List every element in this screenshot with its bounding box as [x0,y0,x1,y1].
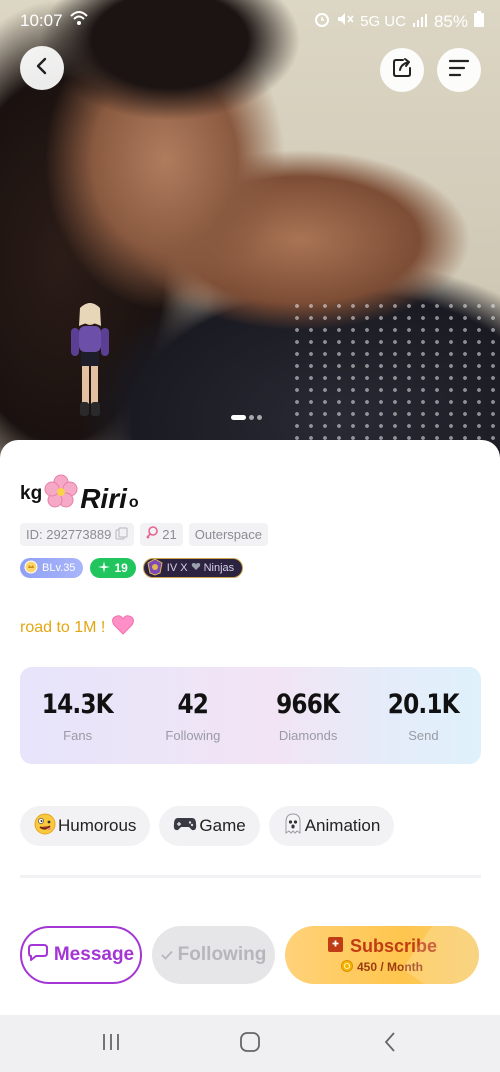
stat-send[interactable]: 20.1K Send [366,667,481,764]
pager-dot [249,415,254,420]
bio-text: road to 1M ! [20,618,106,636]
tag-label: Game [199,816,246,835]
ghost-emoji-icon [283,812,303,840]
stat-value: 42 [177,688,209,720]
level-badge-label: BLv.35 [42,562,76,574]
stat-label: Following [165,727,221,743]
avatar-3d-figure[interactable] [68,302,112,420]
action-buttons: Message Following Subscribe 450 / Month [20,926,479,984]
following-button[interactable]: Following [152,926,275,984]
tag-animation[interactable]: Animation [268,806,395,846]
location-chip: Outerspace [188,523,268,546]
fan-count-value: 21 [162,527,177,542]
share-icon [390,56,414,85]
profile-name: kg Riri o [20,474,139,515]
copy-icon[interactable] [115,527,128,543]
name-prefix: kg [20,483,43,504]
recent-apps-button[interactable] [96,1029,126,1059]
family-badge[interactable]: IV X Ninjas [142,557,244,579]
home-button[interactable] [235,1029,265,1059]
wifi-icon [70,10,88,31]
battery-icon [474,11,484,32]
stat-label: Diamonds [278,727,338,743]
interest-tags: Humorous Game Animation [20,806,395,846]
name-main: Riri [80,483,127,514]
menu-lines-icon [448,58,470,83]
message-button[interactable]: Message [20,926,142,984]
profile-bio: road to 1M ! [20,614,135,641]
stat-value: 20.1K [387,688,460,720]
back-button[interactable] [20,46,64,90]
battery-label: 85% [433,11,468,31]
location-value: Outerspace [194,527,262,542]
network-label: 5G UC [360,13,406,30]
pink-heart-icon [111,614,135,641]
family-badge-label: IV X [166,562,188,574]
cherry-blossom-icon [44,474,78,513]
zany-face-emoji-icon [34,813,56,840]
home-icon [239,1031,261,1058]
fan-count-chip: 21 [140,523,183,546]
stat-label: Fans [63,727,93,743]
following-button-label: Following [177,944,267,965]
name-suffix: o [128,494,139,511]
system-back-button[interactable] [375,1029,405,1059]
status-bar: 10:07 5G UC 85% [0,0,500,44]
vip-badge-label: 19 [114,561,128,575]
stat-value: 14.3K [42,688,114,720]
coin-icon [340,959,353,975]
heart-icon [191,562,201,574]
gamepad-emoji-icon [173,815,197,838]
id-chip[interactable]: ID: 292773889 [20,523,135,546]
system-nav-bar [0,1015,500,1072]
check-icon [161,944,173,966]
recent-apps-icon [100,1033,122,1056]
profile-badges: BLv.35 19 IV X Ninjas [20,557,244,579]
stat-fans[interactable]: 14.3K Fans [20,667,135,764]
tag-game[interactable]: Game [159,806,260,846]
pager-dot-active [231,415,246,420]
chevron-left-icon [34,56,50,81]
stats-panel: 14.3K Fans 42 Following 966K Diamonds 20… [20,667,481,764]
alarm-icon [314,11,330,32]
share-button[interactable] [380,48,424,92]
crown-medal-icon [24,560,38,577]
status-time: 10:07 [20,11,63,30]
subscribe-button[interactable]: Subscribe 450 / Month [285,926,479,984]
family-badge-suffix: Ninjas [203,562,235,574]
id-label: ID: 292773889 [26,527,112,542]
menu-button[interactable] [437,48,481,92]
cover-photo-dress-pattern [290,300,500,450]
stat-diamonds[interactable]: 966K Diamonds [251,667,366,764]
bookmark-plus-icon [327,936,344,958]
pager-dot [257,415,262,420]
tag-humorous[interactable]: Humorous [20,806,151,846]
carousel-pager [231,415,262,420]
stat-label: Send [408,727,439,743]
tag-label: Animation [304,816,381,835]
stat-following[interactable]: 42 Following [135,667,250,764]
mute-icon [336,11,354,32]
message-button-label: Message [53,944,135,965]
sparkle-icon [98,560,111,576]
chat-bubble-icon [27,943,48,967]
vip-badge[interactable]: 19 [90,558,136,578]
family-emblem-icon [146,557,164,579]
section-divider [20,875,481,878]
female-symbol-icon [146,526,159,543]
profile-info-chips: ID: 292773889 21 Outerspace [20,523,268,546]
level-badge[interactable]: BLv.35 [20,558,84,578]
stat-value: 966K [276,688,341,720]
tag-label: Humorous [58,816,137,835]
chevron-left-icon [383,1031,397,1058]
signal-icon [412,12,428,32]
